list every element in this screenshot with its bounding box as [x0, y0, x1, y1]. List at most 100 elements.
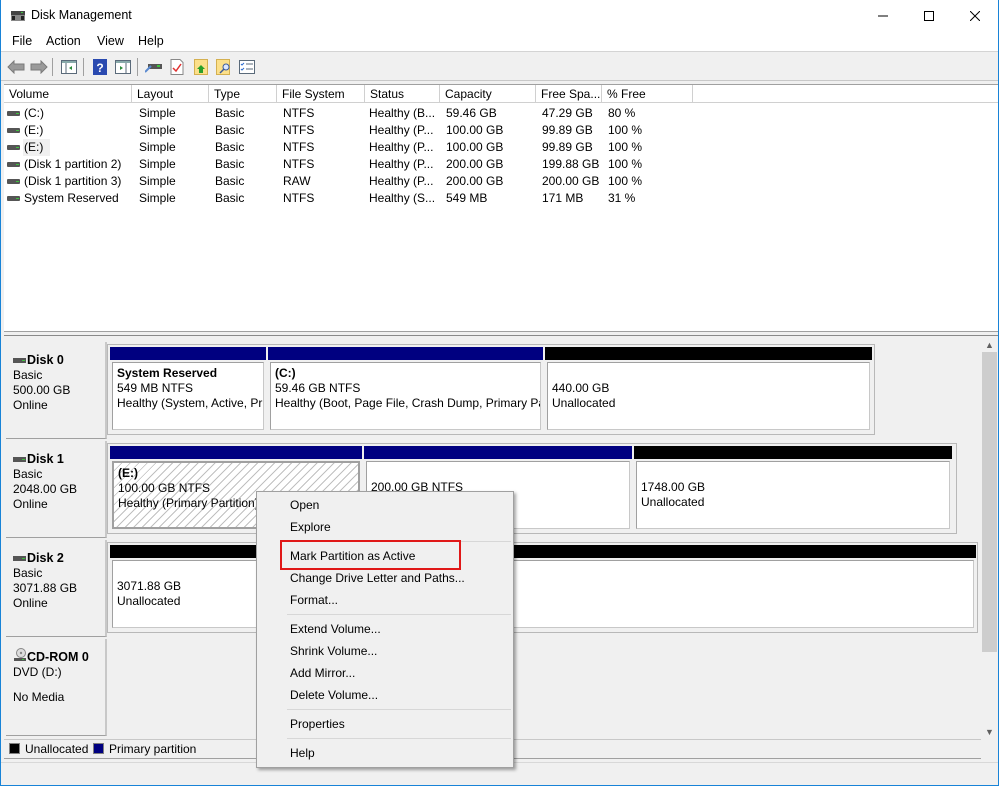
disk-size: 2048.00 GB — [13, 482, 78, 496]
maximize-button[interactable] — [906, 0, 952, 31]
vertical-scrollbar[interactable]: ▲ ▼ — [981, 337, 998, 739]
legend-swatch-unallocated — [9, 743, 20, 754]
column-header-free-space[interactable]: Free Spa... — [536, 85, 602, 103]
minimize-icon — [878, 15, 888, 16]
disk-label-disk-1[interactable]: Disk 1 Basic 2048.00 GB Online — [6, 441, 107, 538]
column-header-layout[interactable]: Layout — [132, 85, 209, 103]
cell-percent-free: 100 % — [608, 157, 643, 171]
cell-type: Basic — [215, 191, 245, 205]
scroll-up-icon[interactable]: ▲ — [981, 337, 998, 352]
cell-file-system: NTFS — [283, 106, 315, 120]
cell-free-space: 200.00 GB — [542, 174, 600, 188]
show-hide-action-pane-icon — [115, 60, 131, 74]
disk-label-disk-0[interactable]: Disk 0 Basic 500.00 GB Online — [6, 342, 107, 439]
menu-item-format[interactable]: Format... — [259, 589, 511, 611]
volume-list-row[interactable]: (Disk 1 partition 2) Simple Basic NTFS Healt… — [4, 156, 704, 173]
partition-volume[interactable]: (C:) 59.46 GB NTFS Healthy (Boot, Page Fil… — [268, 347, 543, 432]
cell-free-space: 47.29 GB — [542, 106, 593, 120]
close-button[interactable] — [952, 0, 998, 31]
properties-list-icon — [239, 60, 255, 74]
menu-file[interactable]: File — [12, 34, 32, 48]
connect-drive-icon — [145, 64, 162, 73]
help-icon: ? — [93, 59, 107, 75]
partition-size-fs: 549 MB NTFS — [117, 381, 194, 395]
menu-view[interactable]: View — [97, 34, 124, 48]
back-button[interactable] — [6, 57, 26, 77]
disk-label-cd-rom-0[interactable]: CD-ROM 0 DVD (D:) No Media — [6, 639, 107, 736]
forward-button[interactable] — [29, 57, 49, 77]
connect-drive-button[interactable] — [144, 57, 164, 77]
check-document-button[interactable] — [167, 57, 187, 77]
menu-separator — [287, 738, 511, 739]
partition-color-bar — [110, 446, 362, 459]
folder-search-icon — [216, 59, 230, 75]
column-header-file-system[interactable]: File System — [277, 85, 365, 103]
show-hide-console-tree-button[interactable] — [59, 57, 79, 77]
volume-list-row[interactable]: (Disk 1 partition 3) Simple Basic RAW Health… — [4, 173, 704, 190]
partition-status: Healthy (System, Active, Pr — [117, 396, 263, 410]
cell-free-space: 99.89 GB — [542, 123, 593, 137]
column-header-status[interactable]: Status — [365, 85, 440, 103]
cell-status: Healthy (P... — [369, 174, 434, 188]
menu-item-open[interactable]: Open — [259, 494, 511, 516]
cell-capacity: 100.00 GB — [446, 140, 504, 154]
disk-label-disk-2[interactable]: Disk 2 Basic 3071.88 GB Online — [6, 540, 107, 637]
partition-color-bar — [110, 347, 266, 360]
partition-color-bar — [634, 446, 952, 459]
partition-unallocated[interactable]: 3071.88 GB Unallocated — [110, 545, 976, 630]
column-header-percent-free[interactable]: % Free — [602, 85, 693, 103]
menu-item-explore[interactable]: Explore — [259, 516, 511, 538]
properties-list-button[interactable] — [237, 57, 257, 77]
folder-search-button[interactable] — [214, 57, 234, 77]
pane-splitter[interactable] — [4, 331, 998, 336]
cell-status: Healthy (B... — [369, 106, 436, 120]
volume-list-row[interactable]: (C:) Simple Basic NTFS Healthy (B... 59.46 GB… — [4, 105, 704, 122]
disk-name: Disk 2 — [27, 551, 64, 565]
column-header-volume[interactable]: Volume — [4, 85, 132, 103]
partition-unallocated[interactable]: 1748.00 GB Unallocated — [634, 446, 952, 531]
close-icon — [970, 10, 980, 21]
partition-volume[interactable]: System Reserved 549 MB NTFS Healthy (Syste… — [110, 347, 266, 432]
menu-item-help[interactable]: Help — [259, 742, 511, 764]
partition-color-bar — [268, 347, 543, 360]
cell-volume: System Reserved — [24, 191, 119, 205]
volume-list: Volume Layout Type File System Status Ca… — [4, 84, 998, 331]
cell-file-system: NTFS — [283, 157, 315, 171]
context-menu: Open Explore Mark Partition as Active Chang… — [256, 491, 514, 768]
show-hide-action-pane-button[interactable] — [113, 57, 133, 77]
menu-help[interactable]: Help — [138, 34, 164, 48]
partition-details: 1748.00 GB Unallocated — [636, 461, 950, 529]
menu-item-shrink-volume[interactable]: Shrink Volume... — [259, 640, 511, 662]
menu-item-delete-volume[interactable]: Delete Volume... — [259, 684, 511, 706]
menu-item-properties[interactable]: Properties — [259, 713, 511, 735]
minimize-button[interactable] — [860, 0, 906, 31]
menu-action[interactable]: Action — [46, 34, 81, 48]
volume-list-row[interactable]: (E:) Simple Basic NTFS Healthy (P... 100.00 G… — [4, 139, 704, 156]
column-header-capacity[interactable]: Capacity — [440, 85, 536, 103]
disk-size: 3071.88 GB — [13, 581, 78, 595]
volume-list-row[interactable]: System Reserved Simple Basic NTFS Healthy (S… — [4, 190, 704, 207]
toolbar-separator — [83, 58, 84, 76]
legend-label-unallocated: Unallocated — [25, 742, 89, 756]
cell-free-space: 199.88 GB — [542, 157, 600, 171]
partition-title — [552, 366, 869, 381]
menu-item-change-drive-letter-and-paths[interactable]: Change Drive Letter and Paths... — [259, 567, 511, 589]
folder-up-button[interactable] — [191, 57, 211, 77]
scroll-down-icon[interactable]: ▼ — [981, 724, 998, 739]
svg-text:?: ? — [96, 61, 103, 75]
menu-item-add-mirror[interactable]: Add Mirror... — [259, 662, 511, 684]
volume-list-row[interactable]: (E:) Simple Basic NTFS Healthy (P... 100.00 G… — [4, 122, 704, 139]
partition-title — [371, 465, 629, 480]
partition-unallocated[interactable]: 440.00 GB Unallocated — [545, 347, 872, 432]
menu-item-extend-volume[interactable]: Extend Volume... — [259, 618, 511, 640]
help-button[interactable]: ? — [90, 57, 110, 77]
scrollbar-thumb[interactable] — [982, 352, 997, 652]
disk-icon — [13, 457, 26, 462]
menu-item-mark-partition-as-active[interactable]: Mark Partition as Active — [259, 545, 511, 567]
partition-title: System Reserved — [117, 366, 218, 380]
legend-swatch-primary — [93, 743, 104, 754]
disk-icon — [13, 358, 26, 363]
column-header-type[interactable]: Type — [209, 85, 277, 103]
cell-status: Healthy (S... — [369, 191, 436, 205]
disk-partitions-frame: System Reserved 549 MB NTFS Healthy (Syste… — [107, 344, 875, 435]
